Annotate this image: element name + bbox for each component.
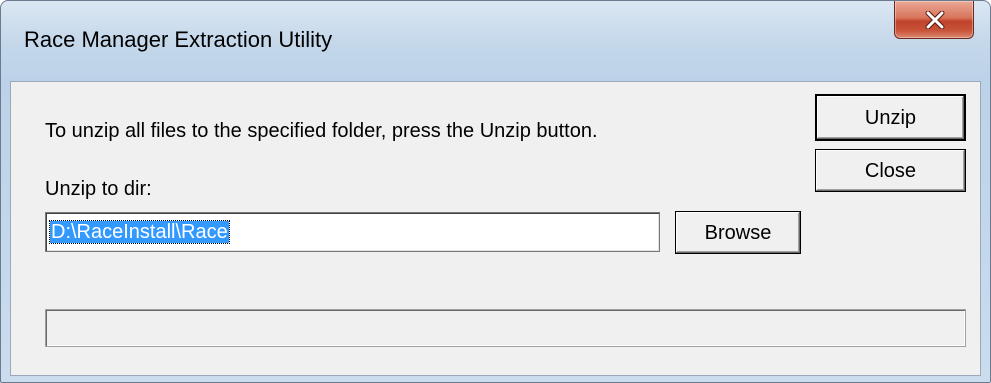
window-close-button[interactable] — [894, 1, 974, 39]
unzip-dir-value: D:\RaceInstall\Race — [49, 220, 230, 244]
dialog-client-area: To unzip all files to the specified fold… — [10, 81, 981, 376]
title-bar[interactable]: Race Manager Extraction Utility — [1, 1, 990, 81]
dialog-window: Race Manager Extraction Utility To unzip… — [0, 0, 991, 383]
browse-button[interactable]: Browse — [675, 211, 801, 254]
unzip-dir-label: Unzip to dir: — [45, 178, 152, 200]
window-title: Race Manager Extraction Utility — [24, 27, 333, 52]
instruction-text: To unzip all files to the specified fold… — [45, 120, 598, 142]
close-button[interactable]: Close — [815, 149, 966, 192]
progress-bar — [45, 309, 966, 347]
unzip-button[interactable]: Unzip — [815, 94, 966, 141]
unzip-dir-input[interactable]: D:\RaceInstall\Race — [45, 212, 660, 252]
close-icon — [925, 11, 945, 29]
